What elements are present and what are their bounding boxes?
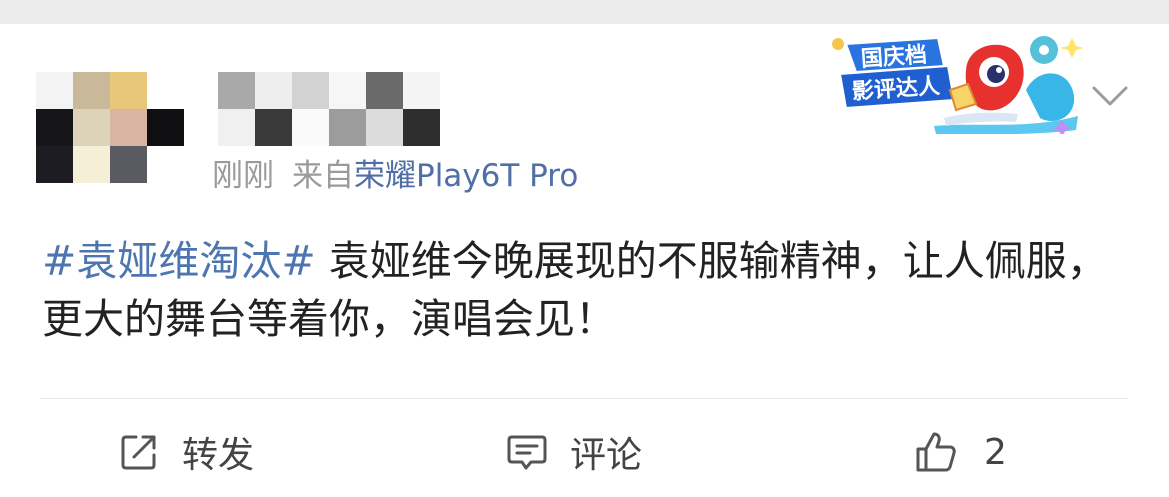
thumbs-up-icon <box>916 432 956 472</box>
post-content: #袁娅维淘汰# 袁娅维今晚展现的不服输精神，让人佩服，更大的舞台等着你，演唱会见… <box>42 232 1132 348</box>
like-button[interactable]: 2 <box>914 424 1007 480</box>
top-separator <box>0 0 1169 24</box>
repost-icon <box>121 435 156 470</box>
comment-icon <box>507 435 547 470</box>
like-count: 2 <box>984 431 1007 473</box>
username[interactable] <box>218 72 440 146</box>
chevron-down-icon[interactable] <box>1090 82 1130 110</box>
comment-label: 评论 <box>570 435 643 476</box>
comment-button[interactable]: 评论 <box>506 424 642 480</box>
avatar[interactable] <box>36 72 184 183</box>
badge-line1: 国庆档 <box>860 42 928 73</box>
source-prefix: 来自 <box>292 158 354 194</box>
post-meta: 刚刚 来自荣耀Play6T Pro <box>212 156 578 196</box>
source-device[interactable]: 荣耀Play6T Pro <box>354 158 578 194</box>
divider <box>40 398 1128 399</box>
repost-label: 转发 <box>182 435 255 476</box>
repost-button[interactable]: 转发 <box>118 424 254 480</box>
hashtag-link[interactable]: #袁娅维淘汰# <box>42 237 316 285</box>
movie-critic-badge[interactable]: 国庆档 影评达人 <box>826 30 1086 134</box>
post-time: 刚刚 <box>212 158 274 194</box>
